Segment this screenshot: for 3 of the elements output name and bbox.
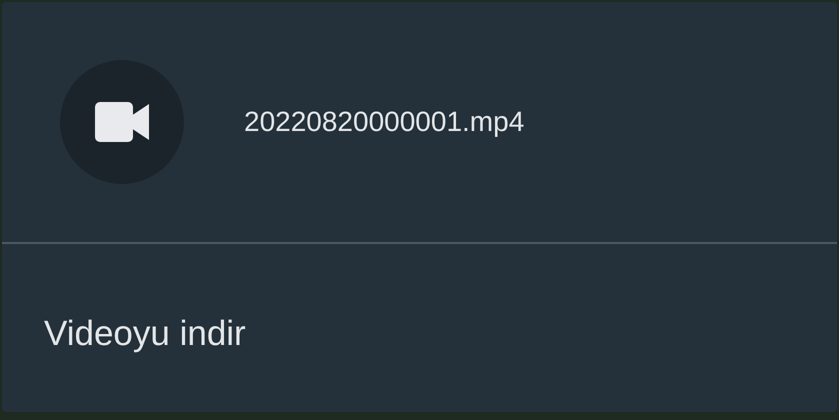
- file-name: 20220820000001.mp4: [244, 105, 524, 139]
- video-camera-icon: [95, 102, 149, 142]
- download-video-item[interactable]: Videoyu indir: [2, 304, 837, 364]
